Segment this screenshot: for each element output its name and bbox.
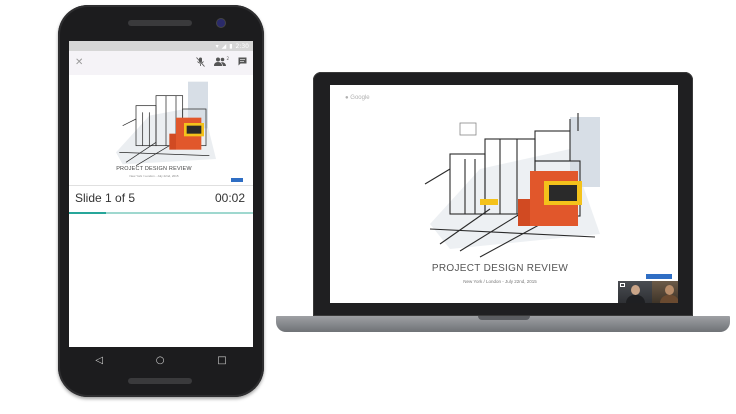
slide-corner-tag — [231, 178, 243, 182]
mic-off-icon[interactable] — [196, 56, 206, 70]
google-logo-text: Google — [350, 95, 370, 101]
recents-icon[interactable]: □ — [217, 355, 226, 366]
participant-video — [618, 281, 652, 303]
participant-head — [631, 285, 640, 295]
google-logo-icon: ● — [345, 95, 349, 101]
participant-body — [626, 295, 645, 303]
front-camera — [217, 19, 225, 27]
home-icon[interactable]: ○ — [156, 355, 165, 366]
presentation-timer: 00:02 — [214, 191, 245, 205]
status-time: 2:30 — [235, 42, 249, 50]
android-phone: ▾ ◢ ▮ 2:30 ✕ 2 PROJECT DESIGN REVIEW New… — [58, 5, 264, 397]
divider — [69, 185, 253, 186]
battery-icon: ▮ — [229, 42, 233, 50]
camera-icon — [620, 283, 625, 287]
slide-corner-tag — [646, 274, 672, 279]
participant-body — [660, 295, 678, 303]
people-count: 2 — [226, 56, 229, 61]
slide-counter: Slide 1 of 5 — [75, 191, 136, 205]
slide-illustration — [424, 113, 600, 258]
chat-icon[interactable] — [238, 57, 247, 69]
phone-slide-title: PROJECT DESIGN REVIEW — [116, 166, 192, 172]
phone-speaker — [128, 20, 192, 26]
phone-screen: ▾ ◢ ▮ 2:30 ✕ 2 PROJECT DESIGN REVIEW New… — [69, 41, 253, 347]
laptop-slide-title: PROJECT DESIGN REVIEW — [431, 263, 569, 274]
phone-speaker — [128, 378, 192, 384]
google-logo: ● Google — [345, 95, 370, 101]
android-nav-bar: ◁ ○ □ — [69, 347, 253, 373]
phone-slide-subtitle: New York / London - July 22nd, 2015 — [129, 174, 179, 178]
slide-illustration — [116, 81, 216, 166]
laptop-slide-subtitle: New York / London - July 22nd, 2015 — [463, 279, 537, 284]
wifi-icon: ▾ — [215, 42, 219, 50]
signal-icon: ◢ — [221, 42, 227, 50]
status-bar: ▾ ◢ ▮ 2:30 — [69, 41, 253, 51]
participant-video — [652, 281, 678, 303]
laptop-screen: ● Google PROJECT DESIGN REVIEW New York … — [330, 85, 678, 303]
laptop-hinge-notch — [478, 316, 530, 320]
people-icon[interactable]: 2 — [214, 57, 229, 69]
laptop: ● Google PROJECT DESIGN REVIEW New York … — [313, 72, 693, 316]
back-icon[interactable]: ◁ — [95, 355, 103, 366]
close-icon[interactable]: ✕ — [75, 58, 83, 68]
app-bar: ✕ 2 — [69, 51, 253, 75]
slide-progress-fill — [69, 212, 106, 214]
slide-progress-bar — [69, 212, 253, 214]
video-call-thumbnail[interactable] — [618, 281, 678, 303]
participant-head — [665, 285, 674, 295]
